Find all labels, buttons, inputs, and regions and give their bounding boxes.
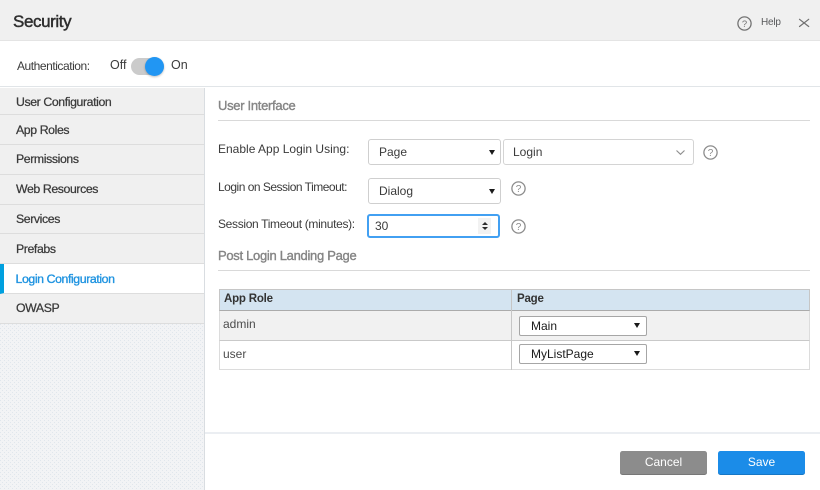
svg-text:?: ? [515, 184, 521, 195]
svg-text:?: ? [707, 148, 713, 159]
svg-text:?: ? [742, 19, 747, 30]
svg-text:?: ? [516, 222, 522, 233]
